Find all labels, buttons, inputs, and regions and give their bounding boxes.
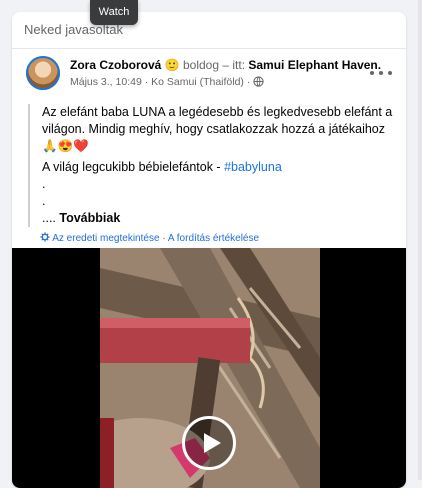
meta-separator-2: · bbox=[246, 76, 251, 88]
more-icon-dot bbox=[388, 71, 392, 75]
more-options-button[interactable] bbox=[370, 66, 392, 80]
post-header-line: Zora Czoborová 🙂 boldog – itt: Samui Ele… bbox=[70, 58, 381, 72]
see-more-link[interactable]: Továbbiak bbox=[59, 211, 120, 225]
post-text-line-2: A világ legcukibb bébielefántok - #babyl… bbox=[42, 159, 394, 176]
post-location[interactable]: Ko Samui (Thaiföld) bbox=[151, 76, 244, 88]
post-text-prefix: A világ legcukibb bébielefántok - bbox=[42, 160, 221, 174]
place-link[interactable]: Samui Elephant Haven. bbox=[248, 58, 381, 72]
post-card: Neked javasoltak Zora Czoborová 🙂 boldog… bbox=[12, 12, 406, 488]
post-date[interactable]: Május 3., 10:49 bbox=[70, 76, 142, 88]
link-separator: · bbox=[162, 233, 166, 244]
more-icon bbox=[370, 71, 374, 75]
play-icon bbox=[204, 433, 221, 453]
author-name[interactable]: Zora Czoborová bbox=[70, 58, 161, 72]
scrollbar[interactable] bbox=[418, 0, 422, 480]
meta-separator: · bbox=[144, 76, 149, 88]
watch-tooltip: Watch bbox=[90, 0, 138, 25]
post-text-line-1: Az elefánt baba LUNA a legédesebb és leg… bbox=[42, 105, 393, 153]
avatar[interactable] bbox=[26, 56, 60, 90]
rate-translation-link[interactable]: A fordítás értékelése bbox=[168, 233, 259, 244]
gear-icon bbox=[40, 232, 52, 244]
post-last-line: .... Továbbiak bbox=[42, 210, 394, 227]
suggested-label: Neked javasoltak bbox=[12, 12, 406, 49]
video-player[interactable] bbox=[12, 248, 406, 488]
post-meta: Május 3., 10:49 · Ko Samui (Thaiföld) · bbox=[70, 76, 264, 90]
more-icon-dot bbox=[379, 71, 383, 75]
globe-icon[interactable] bbox=[253, 76, 264, 90]
see-original-link[interactable]: Az eredeti megtekintése bbox=[52, 233, 159, 244]
post-dot-2: . bbox=[42, 194, 46, 208]
play-button[interactable] bbox=[182, 416, 236, 470]
feeling-text: boldog – itt: bbox=[182, 58, 246, 72]
post-header: Zora Czoborová 🙂 boldog – itt: Samui Ele… bbox=[26, 56, 396, 96]
hashtag-link[interactable]: #babyluna bbox=[224, 160, 282, 174]
post-text: Az elefánt baba LUNA a legédesebb és leg… bbox=[28, 104, 394, 227]
feeling-emoji: 🙂 bbox=[164, 58, 180, 72]
post-dot-1: . bbox=[42, 177, 46, 191]
translation-links: Az eredeti megtekintése · A fordítás ért… bbox=[40, 232, 259, 244]
ellipsis: .... bbox=[42, 211, 56, 225]
